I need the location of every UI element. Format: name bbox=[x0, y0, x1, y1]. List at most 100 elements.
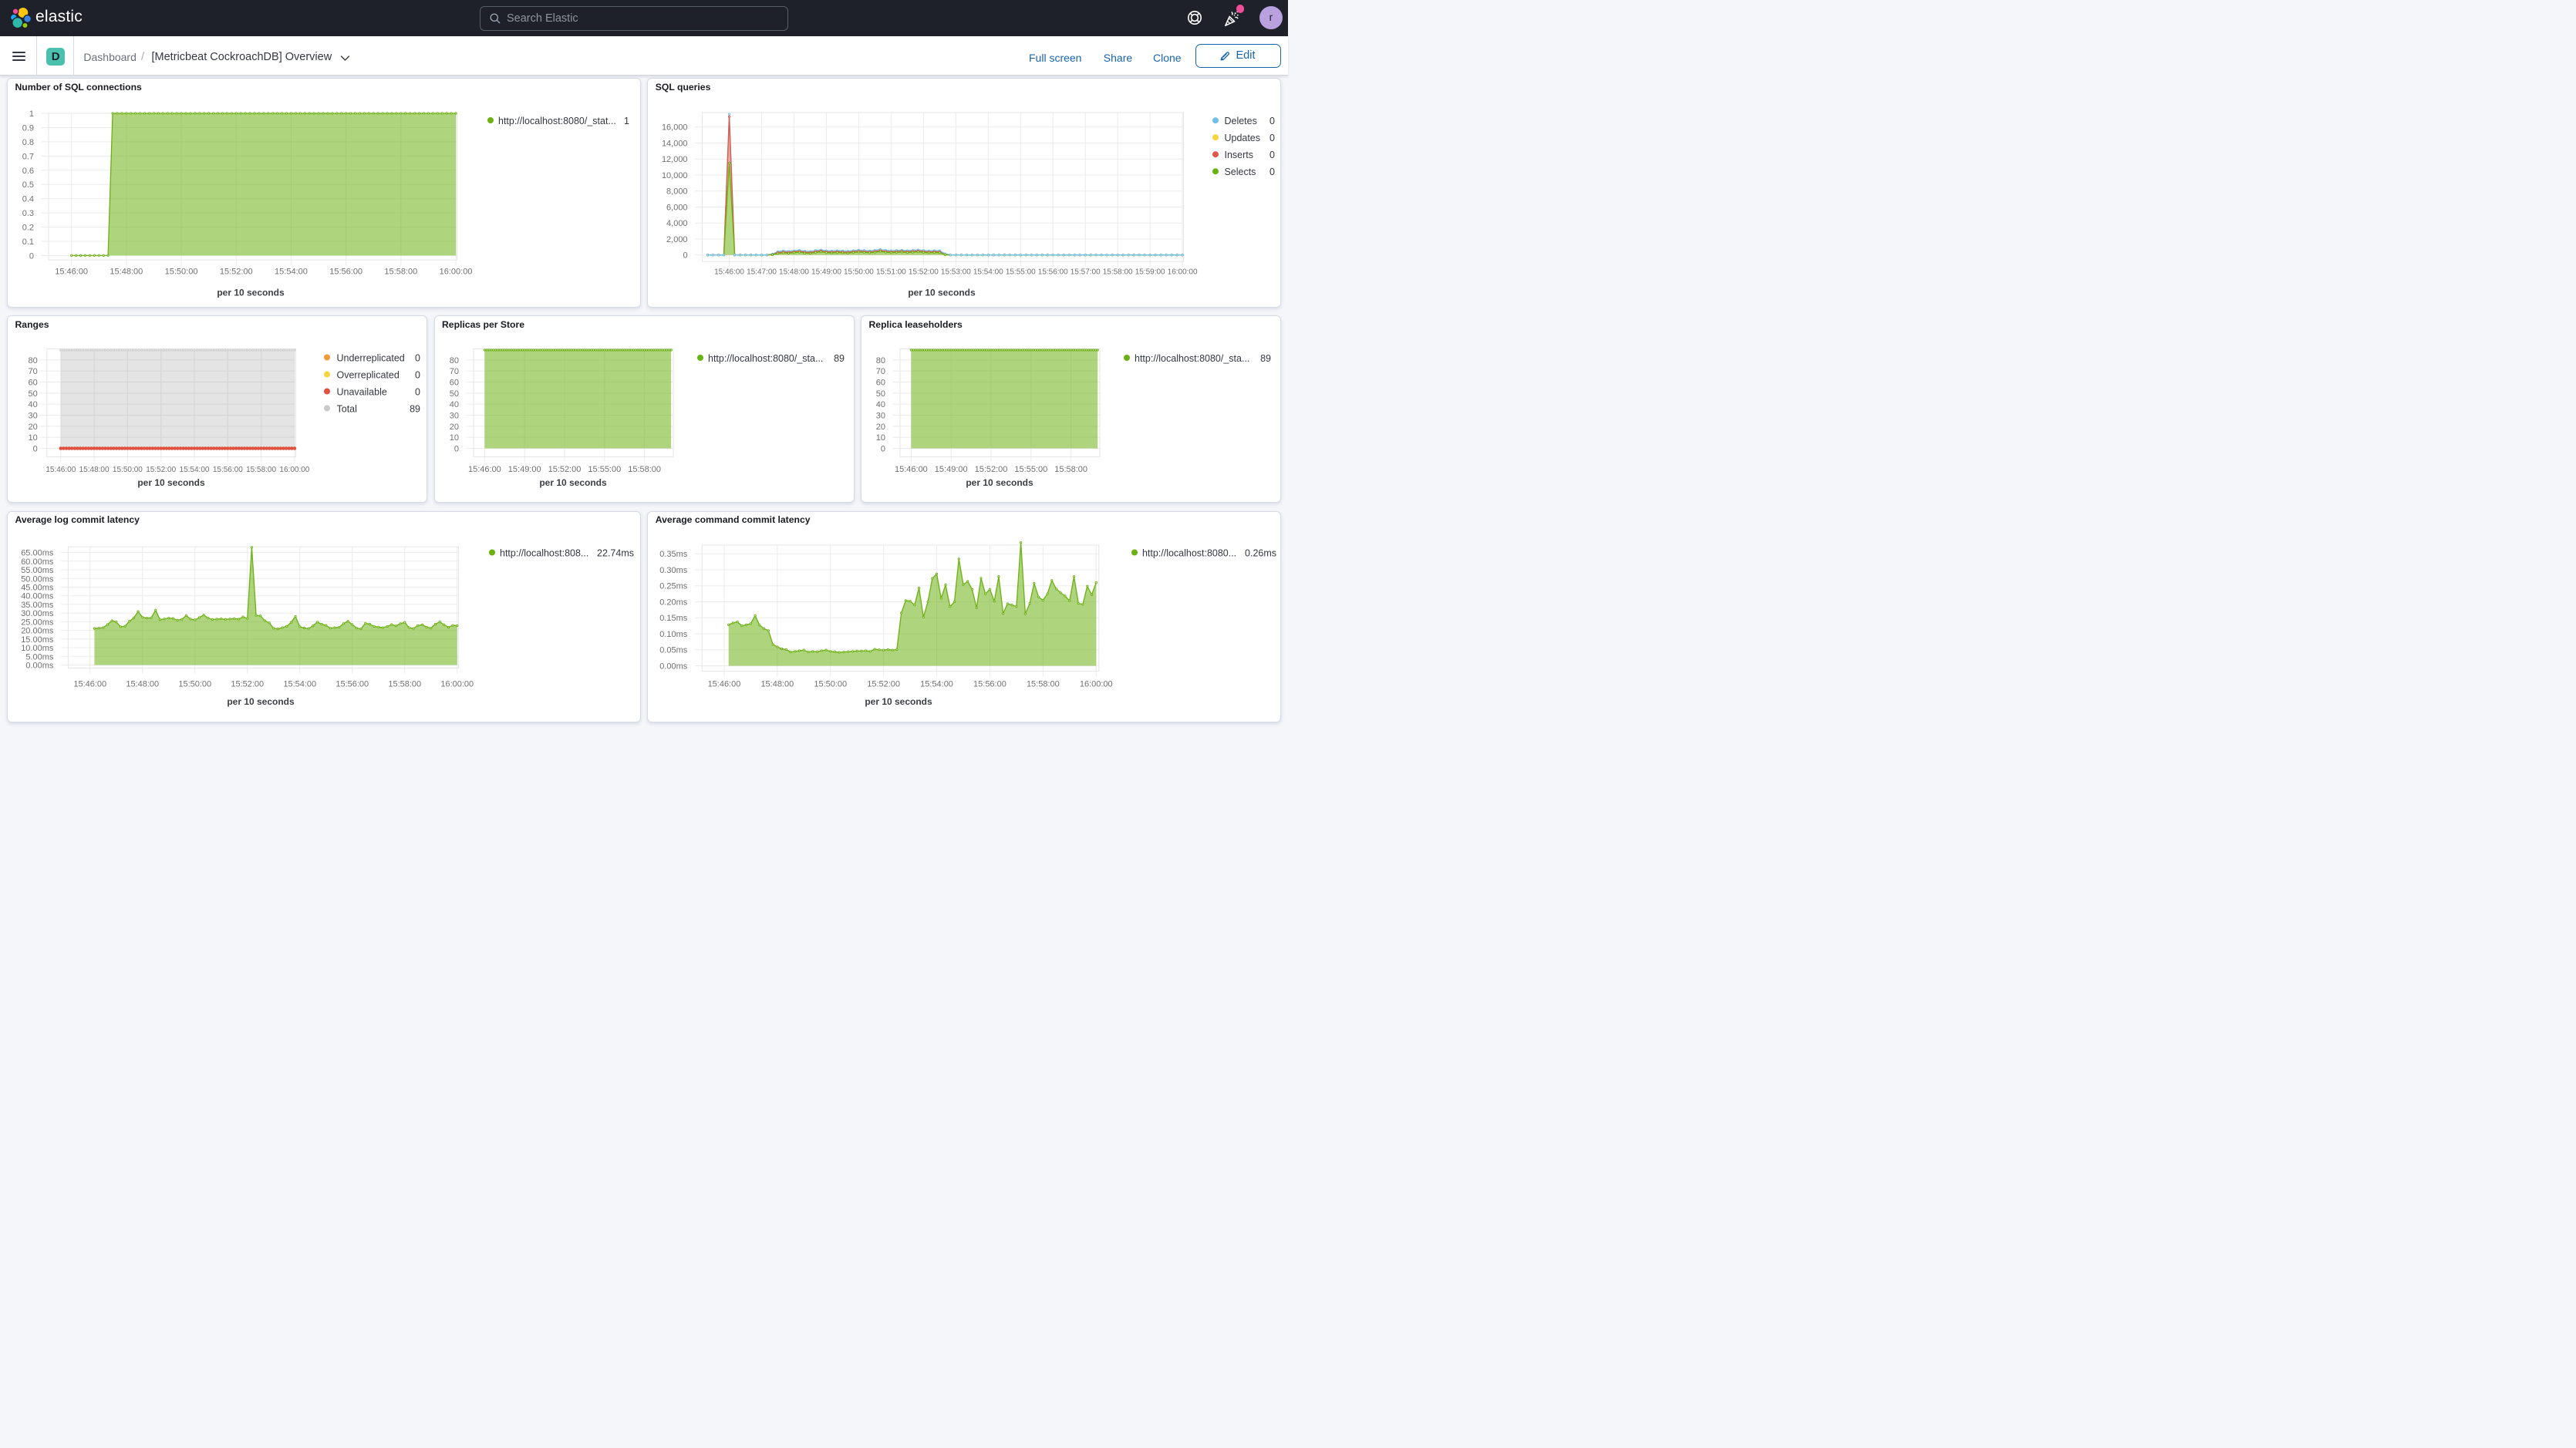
svg-text:0.9: 0.9 bbox=[22, 123, 34, 133]
svg-text:15:56:00: 15:56:00 bbox=[213, 466, 243, 474]
svg-text:70: 70 bbox=[449, 367, 458, 376]
svg-text:35.00ms: 35.00ms bbox=[21, 600, 54, 609]
svg-text:89: 89 bbox=[1260, 353, 1271, 364]
svg-text:0: 0 bbox=[1269, 167, 1275, 177]
svg-text:16:00:00: 16:00:00 bbox=[1080, 679, 1113, 689]
svg-text:22.74ms: 22.74ms bbox=[597, 547, 634, 558]
svg-text:15:47:00: 15:47:00 bbox=[747, 268, 777, 276]
svg-text:10: 10 bbox=[29, 433, 38, 443]
svg-text:0.30ms: 0.30ms bbox=[660, 566, 689, 575]
svg-text:15:48:00: 15:48:00 bbox=[779, 268, 809, 276]
svg-text:20: 20 bbox=[449, 423, 458, 432]
svg-text:0.26ms: 0.26ms bbox=[1245, 547, 1276, 558]
svg-text:0: 0 bbox=[881, 445, 885, 454]
svg-text:65.00ms: 65.00ms bbox=[21, 548, 54, 557]
svg-text:0.7: 0.7 bbox=[22, 152, 34, 161]
svg-text:50: 50 bbox=[876, 389, 885, 399]
svg-text:0.6: 0.6 bbox=[22, 167, 34, 176]
svg-text:16:00:00: 16:00:00 bbox=[440, 268, 473, 277]
svg-text:15:58:00: 15:58:00 bbox=[1103, 268, 1133, 276]
svg-text:15:50:00: 15:50:00 bbox=[113, 466, 143, 474]
svg-text:0.35ms: 0.35ms bbox=[660, 550, 689, 559]
svg-text:0.00ms: 0.00ms bbox=[660, 662, 689, 671]
svg-text:15:50:00: 15:50:00 bbox=[178, 679, 211, 689]
svg-text:per 10 seconds: per 10 seconds bbox=[539, 477, 607, 488]
svg-text:http://localhost:8080/_sta...: http://localhost:8080/_sta... bbox=[708, 353, 823, 364]
svg-text:0.15ms: 0.15ms bbox=[660, 614, 689, 623]
svg-text:30: 30 bbox=[449, 412, 458, 421]
svg-text:Deletes: Deletes bbox=[1225, 116, 1257, 126]
svg-text:70: 70 bbox=[876, 367, 885, 376]
svg-text:http://localhost:8080/_stat...: http://localhost:8080/_stat... bbox=[498, 116, 616, 126]
svg-text:10,000: 10,000 bbox=[662, 171, 688, 180]
svg-text:20: 20 bbox=[876, 423, 885, 432]
svg-text:0.5: 0.5 bbox=[22, 180, 34, 190]
svg-text:15:48:00: 15:48:00 bbox=[761, 679, 794, 689]
svg-text:15:46:00: 15:46:00 bbox=[55, 268, 88, 277]
svg-text:80: 80 bbox=[876, 356, 885, 365]
svg-text:15:52:00: 15:52:00 bbox=[975, 465, 1008, 474]
svg-text:0.1: 0.1 bbox=[22, 237, 34, 247]
svg-text:15:56:00: 15:56:00 bbox=[1038, 268, 1068, 276]
svg-text:Overreplicated: Overreplicated bbox=[337, 370, 400, 381]
svg-text:14,000: 14,000 bbox=[662, 139, 688, 148]
svg-text:60: 60 bbox=[449, 379, 458, 388]
svg-text:15:49:00: 15:49:00 bbox=[935, 465, 968, 474]
svg-text:15:55:00: 15:55:00 bbox=[588, 465, 621, 474]
svg-text:Total: Total bbox=[337, 404, 357, 415]
svg-text:Unavailable: Unavailable bbox=[337, 387, 387, 398]
svg-text:16:00:00: 16:00:00 bbox=[440, 679, 474, 689]
svg-text:0.25ms: 0.25ms bbox=[660, 581, 689, 591]
svg-text:15:55:00: 15:55:00 bbox=[1014, 465, 1047, 474]
svg-text:0.10ms: 0.10ms bbox=[660, 629, 689, 638]
svg-text:http://localhost:8080...: http://localhost:8080... bbox=[1142, 547, 1236, 558]
svg-text:15:56:00: 15:56:00 bbox=[329, 268, 362, 277]
svg-text:8,000: 8,000 bbox=[666, 187, 688, 197]
svg-text:15:54:00: 15:54:00 bbox=[283, 679, 316, 689]
svg-text:0.4: 0.4 bbox=[22, 195, 34, 204]
svg-text:15:52:00: 15:52:00 bbox=[146, 466, 176, 474]
svg-text:0: 0 bbox=[415, 387, 420, 398]
svg-text:15:52:00: 15:52:00 bbox=[548, 465, 581, 474]
svg-text:16:00:00: 16:00:00 bbox=[279, 466, 309, 474]
svg-text:15:57:00: 15:57:00 bbox=[1071, 268, 1101, 276]
svg-text:40.00ms: 40.00ms bbox=[21, 591, 54, 601]
svg-text:15:52:00: 15:52:00 bbox=[231, 679, 264, 689]
svg-text:0.20ms: 0.20ms bbox=[660, 598, 689, 607]
svg-text:15:55:00: 15:55:00 bbox=[1006, 268, 1036, 276]
svg-text:15:59:00: 15:59:00 bbox=[1135, 268, 1165, 276]
svg-text:15:58:00: 15:58:00 bbox=[1054, 465, 1087, 474]
svg-text:Selects: Selects bbox=[1225, 167, 1256, 177]
svg-text:15:49:00: 15:49:00 bbox=[811, 268, 841, 276]
svg-text:0: 0 bbox=[33, 445, 38, 454]
svg-text:80: 80 bbox=[449, 356, 458, 365]
svg-text:15:46:00: 15:46:00 bbox=[467, 465, 501, 474]
svg-text:55.00ms: 55.00ms bbox=[21, 566, 54, 575]
svg-text:Updates: Updates bbox=[1225, 133, 1261, 143]
svg-text:0: 0 bbox=[415, 353, 420, 364]
svg-text:15:58:00: 15:58:00 bbox=[388, 679, 421, 689]
svg-text:6,000: 6,000 bbox=[666, 203, 688, 212]
svg-text:0: 0 bbox=[29, 251, 34, 261]
svg-text:60: 60 bbox=[29, 379, 38, 388]
svg-text:45.00ms: 45.00ms bbox=[21, 583, 54, 592]
svg-text:50.00ms: 50.00ms bbox=[21, 574, 54, 584]
svg-text:per 10 seconds: per 10 seconds bbox=[966, 477, 1033, 488]
svg-text:89: 89 bbox=[834, 353, 845, 364]
svg-text:30: 30 bbox=[29, 412, 38, 421]
svg-text:15:58:00: 15:58:00 bbox=[1027, 679, 1060, 689]
svg-text:15:46:00: 15:46:00 bbox=[714, 268, 744, 276]
svg-text:15:56:00: 15:56:00 bbox=[335, 679, 369, 689]
svg-text:Underreplicated: Underreplicated bbox=[337, 353, 405, 364]
svg-text:Inserts: Inserts bbox=[1225, 150, 1253, 160]
svg-text:15:48:00: 15:48:00 bbox=[126, 679, 159, 689]
svg-text:40: 40 bbox=[876, 400, 885, 409]
svg-text:15:50:00: 15:50:00 bbox=[814, 679, 848, 689]
svg-text:15:52:00: 15:52:00 bbox=[909, 268, 939, 276]
svg-text:20: 20 bbox=[29, 423, 38, 432]
svg-text:30: 30 bbox=[876, 412, 885, 421]
svg-text:15:46:00: 15:46:00 bbox=[708, 679, 741, 689]
svg-text:15:51:00: 15:51:00 bbox=[876, 268, 906, 276]
svg-text:30.00ms: 30.00ms bbox=[21, 609, 54, 618]
svg-text:60: 60 bbox=[876, 379, 885, 388]
